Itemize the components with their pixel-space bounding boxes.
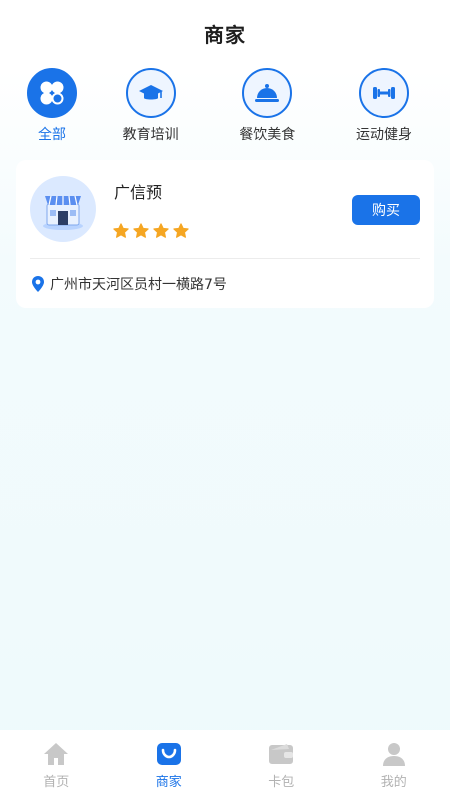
- category-label: 运动健身: [355, 127, 412, 143]
- category-food[interactable]: 餐饮美食: [217, 68, 317, 148]
- category-label: 教育培训: [122, 127, 179, 143]
- tab-label: 首页: [43, 774, 70, 790]
- home-icon: [44, 742, 69, 765]
- food-cloche-icon: [242, 68, 293, 118]
- tab-label: 我的: [380, 774, 407, 790]
- buy-button[interactable]: 购买: [352, 195, 420, 225]
- tab-home[interactable]: 首页: [16, 741, 96, 790]
- category-label: 餐饮美食: [239, 127, 296, 143]
- merchant-name: 广信预: [114, 183, 163, 202]
- bottom-tab-bar: 首页 商家 卡包 我的: [0, 730, 450, 800]
- category-education[interactable]: 教育培训: [101, 68, 201, 148]
- merchant-address[interactable]: 广州市天河区员村一横路7号: [30, 274, 227, 294]
- category-fitness[interactable]: 运动健身: [334, 68, 434, 148]
- category-bar: 全部 教育培训 餐饮美食 运动健身: [0, 68, 450, 148]
- page-header: 商家: [0, 0, 450, 66]
- merchant-card[interactable]: 广信预 购买 广州市天河区员村一横路7号: [16, 160, 434, 308]
- rating-stars: [112, 222, 190, 240]
- star-icon: [133, 223, 149, 238]
- user-icon: [382, 742, 405, 766]
- category-all[interactable]: 全部: [20, 68, 84, 148]
- shopping-bag-icon: [156, 742, 181, 765]
- clover-icon: [27, 68, 77, 118]
- tab-label: 卡包: [268, 774, 295, 790]
- tab-mine[interactable]: 我的: [354, 741, 434, 790]
- tab-merchants[interactable]: 商家: [129, 741, 209, 790]
- star-icon: [153, 223, 169, 238]
- star-icon: [113, 223, 129, 238]
- tab-card-wallet[interactable]: 卡包: [241, 741, 321, 790]
- location-pin-icon: [32, 276, 44, 292]
- card-wallet-icon: [269, 743, 294, 764]
- category-label: 全部: [38, 127, 66, 143]
- dumbbell-icon: [358, 68, 409, 118]
- page-title: 商家: [204, 22, 246, 47]
- graduation-cap-icon: [125, 68, 176, 118]
- star-icon: [173, 223, 189, 238]
- address-text: 广州市天河区员村一横路7号: [50, 277, 227, 293]
- divider: [30, 258, 420, 259]
- storefront-icon: [30, 176, 96, 242]
- tab-label: 商家: [155, 774, 182, 790]
